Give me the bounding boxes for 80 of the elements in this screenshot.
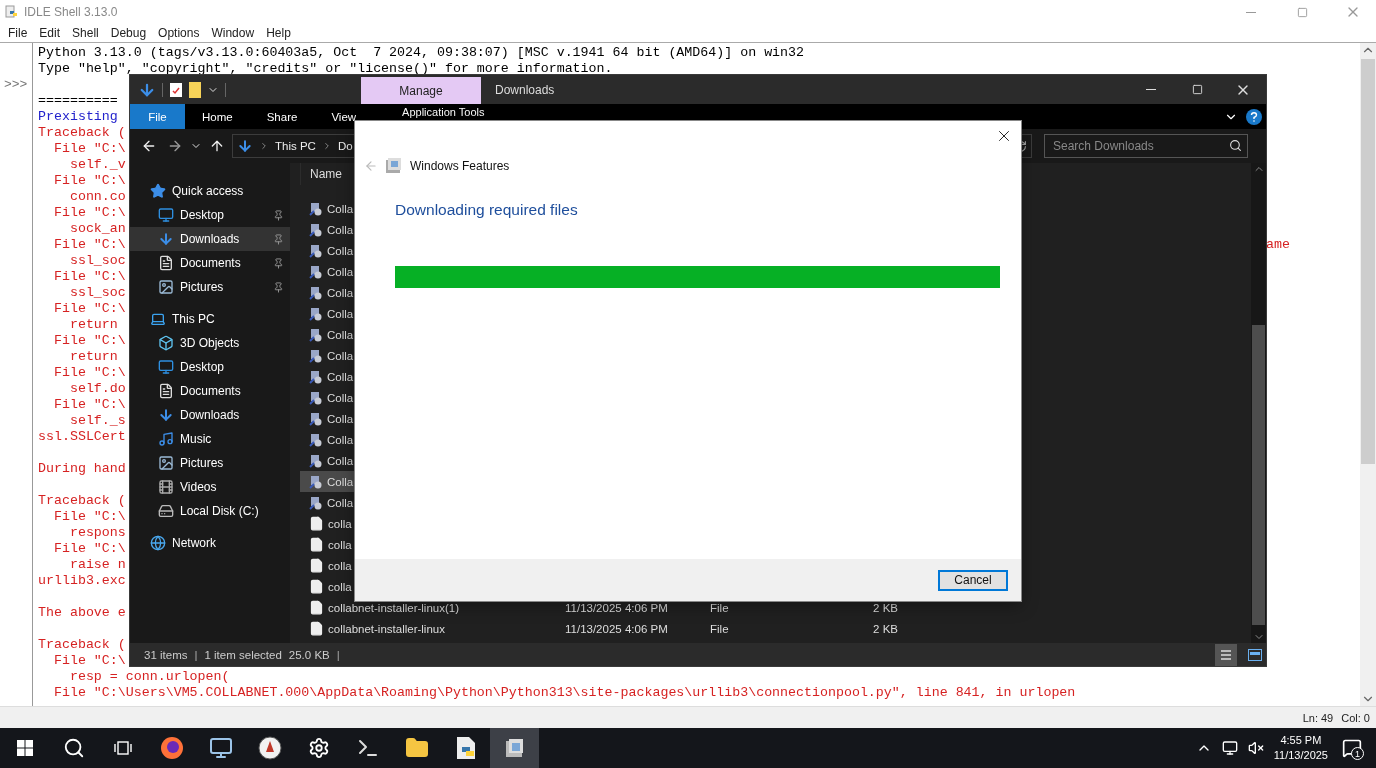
file-size: 2 KB [872, 601, 898, 614]
code-line: Python 3.13.0 (tags/v3.13.0:60403a5, Oct 7 2024, 09:38:07) [MSC v.1941 64 bit (AMD64)] on win32 [38, 45, 805, 60]
file-name: Colla [327, 328, 354, 341]
file-name: Colla [327, 202, 354, 215]
file-name: Colla [327, 475, 354, 488]
clock-time: 4:55 PM [1280, 733, 1322, 748]
code-line: Type "help", "copyright", "credits" or "license()" for more information. [38, 61, 613, 76]
file-name: Colla [327, 412, 354, 425]
code-line: self.do [68, 381, 126, 396]
file-name: Colla [327, 244, 354, 257]
file-name: collabnet-installer-linux [328, 622, 445, 635]
separator: | [194, 648, 198, 661]
code-line: ssl_soc [68, 285, 126, 300]
selection-size: 25.0 KB [288, 648, 330, 661]
file-name: Colla [327, 223, 354, 236]
code-line: raise n [68, 557, 126, 572]
file-name: Colla [327, 307, 354, 320]
selection-info: 1 item selected [204, 648, 282, 661]
shell-prompt: >>> [4, 77, 28, 92]
file-size: 2 KB [872, 622, 898, 635]
code-line: File "C:\ [52, 397, 126, 412]
code-line: sock_an [68, 221, 126, 236]
file-name: Colla [327, 454, 354, 467]
file-type: File [710, 622, 730, 635]
file-name: Colla [327, 433, 354, 446]
code-line: Traceback ( [38, 637, 126, 652]
code-line: urllib3.exc [38, 573, 126, 588]
code-line: File "C:\ [52, 365, 126, 380]
code-line: File "C:\ [52, 205, 126, 220]
code-line: File "C:\ [52, 333, 126, 348]
line-number: Ln: 49 [1302, 711, 1334, 724]
code-line: conn.co [68, 189, 126, 204]
code-line: File "C:\ [52, 141, 126, 156]
file-name: Colla [327, 286, 354, 299]
code-line: The above e [38, 605, 126, 620]
code-line: File "C:\Users\VM5.COLLABNET.000\AppData\Roaming\Python\Python313\site-packages\urllib3\connectionpool.py", line 841, in urlopen [52, 685, 1076, 700]
window-title: Downloads [495, 82, 555, 97]
code-line: self._v [68, 157, 126, 172]
code-line: ssl_soc [68, 253, 126, 268]
column-number: Col: 0 [1341, 711, 1370, 724]
code-line: File "C:\ [52, 237, 126, 252]
code-line: Traceback ( [38, 125, 126, 140]
file-name: colla [328, 517, 352, 530]
file-name: Colla [327, 391, 354, 404]
code-line: File "C:\ [52, 301, 126, 316]
code-line: During hand [38, 461, 126, 476]
file-date: 11/13/2025 4:06 PM [565, 622, 669, 635]
code-line: File "C:\ [52, 173, 126, 188]
file-name: colla [328, 580, 352, 593]
file-name: colla [328, 538, 352, 551]
dialog-title: Windows Features [410, 159, 510, 173]
context-tab-header: Manage [361, 77, 481, 104]
code-line: return [68, 349, 118, 364]
file-date: 11/13/2025 4:06 PM [565, 601, 669, 614]
file-name: Colla [327, 265, 354, 278]
code-line: ame [1266, 237, 1290, 253]
code-line: Prexisting [38, 109, 118, 124]
separator: | [336, 648, 340, 661]
file-name: colla [328, 559, 352, 572]
code-line: ========== [38, 93, 118, 108]
code-line: respons [68, 525, 126, 540]
item-count: 31 items [144, 648, 188, 661]
code-line: File "C:\ [52, 509, 126, 524]
code-line: File "C:\ [52, 269, 126, 284]
file-name: collabnet-installer-linux(1) [328, 601, 460, 614]
code-line: ssl.SSLCert [38, 429, 126, 444]
notification-count: 1 [1351, 747, 1364, 760]
dialog-heading: Downloading required files [395, 201, 579, 219]
clock-date: 11/13/2025 [1273, 748, 1328, 763]
file-name: Colla [327, 349, 354, 362]
code-line: return [68, 317, 118, 332]
file-name: Colla [327, 370, 354, 383]
code-line: File "C:\ [52, 653, 126, 668]
file-type: File [710, 601, 730, 614]
window-title: IDLE Shell 3.13.0 [24, 5, 118, 19]
file-name: Colla [327, 496, 354, 509]
code-line: File "C:\ [52, 541, 126, 556]
code-line: Traceback ( [38, 493, 126, 508]
code-line: self._s [68, 413, 126, 428]
code-line: resp = conn.urlopen( [68, 669, 230, 684]
